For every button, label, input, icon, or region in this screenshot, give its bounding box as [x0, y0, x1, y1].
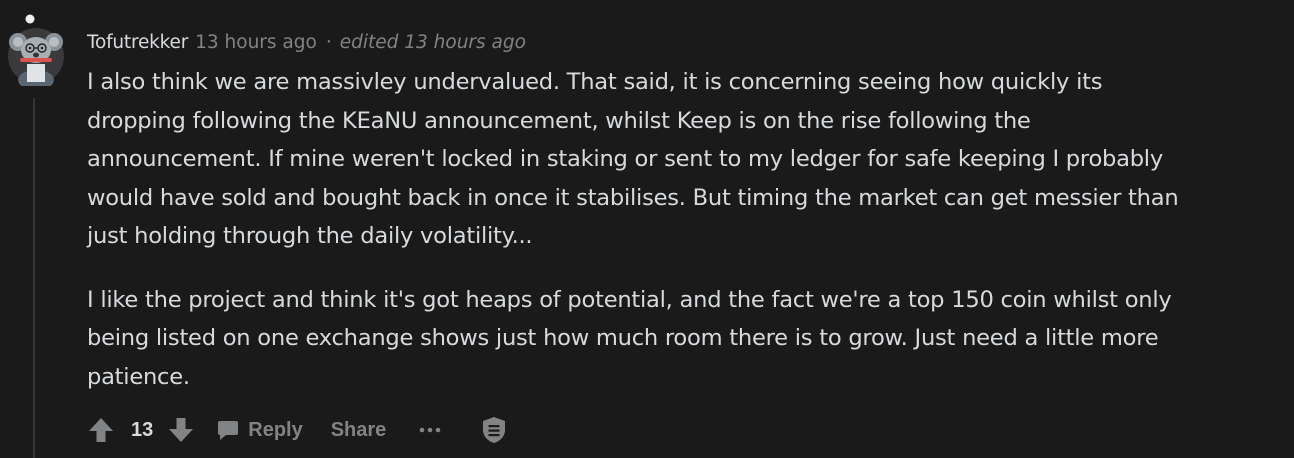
comment-timestamp[interactable]: 13 hours ago — [195, 32, 317, 53]
upvote-button[interactable] — [87, 410, 115, 450]
meta-separator: · — [325, 31, 332, 53]
vote-score: 13 — [131, 418, 154, 441]
comment-bubble-icon — [218, 421, 239, 440]
more-options-icon — [420, 427, 441, 433]
user-avatar[interactable] — [7, 14, 65, 90]
downvote-icon — [169, 418, 194, 442]
comment-paragraph: I like the project and think it's got he… — [87, 286, 1172, 390]
upvote-icon — [89, 418, 113, 442]
comment-meta: Tofutrekker 13 hours ago · edited 13 hou… — [87, 29, 526, 55]
author-username[interactable]: Tofutrekker — [87, 32, 188, 53]
reply-label: Reply — [248, 418, 303, 441]
shield-icon — [483, 417, 506, 443]
comment-body: I also think we are massivley undervalue… — [87, 63, 1282, 396]
downvote-button[interactable] — [167, 410, 195, 450]
mod-shield-button[interactable] — [481, 410, 507, 450]
edited-timestamp: edited 13 hours ago — [339, 31, 526, 53]
thread-collapse-line[interactable] — [33, 98, 35, 458]
share-button[interactable]: Share — [331, 419, 387, 442]
comment-paragraph: I also think we are massivley undervalue… — [87, 69, 1179, 249]
koala-avatar-icon — [8, 14, 64, 90]
reply-button[interactable]: Reply — [217, 418, 303, 442]
more-options-button[interactable] — [417, 410, 443, 450]
comment-actions: 13 Reply Share — [87, 410, 507, 450]
comment: Tofutrekker 13 hours ago · edited 13 hou… — [0, 0, 1294, 458]
